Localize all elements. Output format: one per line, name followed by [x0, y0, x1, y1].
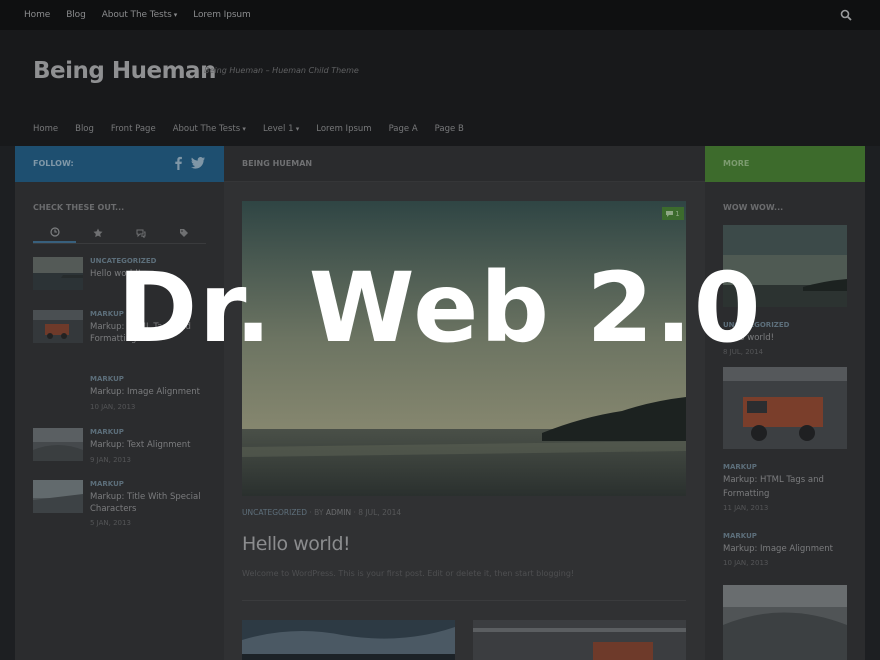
- post-thumbnail[interactable]: [723, 367, 847, 449]
- post-title-main[interactable]: Hello world!: [242, 533, 351, 555]
- site-title[interactable]: Being Hueman: [33, 58, 216, 84]
- more-bar: MORE: [705, 146, 865, 182]
- tags-icon: [180, 228, 189, 237]
- post-category[interactable]: MARKUP: [90, 375, 124, 383]
- sidebar-tabs: [33, 222, 206, 244]
- tab-recent[interactable]: [33, 222, 77, 243]
- nav-blog[interactable]: Blog: [75, 124, 94, 134]
- post-category[interactable]: MARKUP: [723, 532, 847, 540]
- breadcrumb-bar: BEING HUEMAN: [224, 146, 705, 182]
- post-category[interactable]: MARKUP: [723, 463, 847, 471]
- top-nav: Home Blog About The Tests Lorem Ipsum: [24, 0, 251, 30]
- post-date: 11 JAN, 2013: [723, 504, 769, 512]
- post-meta-author[interactable]: ADMIN: [326, 508, 351, 517]
- facebook-icon[interactable]: [173, 156, 183, 170]
- post-meta-date: 8 JUL, 2014: [358, 508, 402, 517]
- post-date: 10 JAN, 2013: [90, 403, 136, 411]
- post-meta-by: BY: [314, 508, 324, 517]
- top-bar: Home Blog About The Tests Lorem Ipsum: [0, 0, 880, 30]
- sidebar-post[interactable]: MARKUP Markup: Image Alignment 10 JAN, 2…: [33, 375, 206, 415]
- nav-page-b[interactable]: Page B: [435, 124, 464, 134]
- post-meta: UNCATEGORIZED · BY ADMIN · 8 JUL, 2014: [242, 508, 402, 517]
- post-title[interactable]: Markup: HTML Tags and Formatting: [723, 473, 847, 501]
- sidebar-post[interactable]: MARKUP Markup: Text Alignment 9 JAN, 201…: [33, 428, 206, 468]
- nav-home[interactable]: Home: [33, 124, 58, 134]
- top-nav-home[interactable]: Home: [24, 10, 50, 20]
- post-excerpt: Welcome to WordPress. This is your first…: [242, 569, 575, 578]
- more-label: MORE: [723, 159, 750, 168]
- post-date: 10 JAN, 2013: [723, 559, 769, 567]
- search-icon[interactable]: [840, 9, 852, 21]
- grid-post-image[interactable]: [473, 620, 686, 660]
- comments-icon: [136, 229, 146, 238]
- post-title[interactable]: Markup: Image Alignment: [723, 542, 847, 556]
- post-category[interactable]: MARKUP: [90, 428, 124, 436]
- nav-level-1[interactable]: Level 1: [263, 124, 299, 134]
- right-post[interactable]: MARKUP Markup: Image Alignment 10 JAN, 2…: [723, 532, 847, 567]
- post-date: 9 JAN, 2013: [90, 456, 131, 464]
- overlay-title: Dr. Web 2.0: [117, 252, 763, 364]
- nav-front-page[interactable]: Front Page: [111, 124, 156, 134]
- clock-icon: [50, 226, 60, 237]
- top-nav-lorem[interactable]: Lorem Ipsum: [193, 10, 251, 20]
- site-description: Being Hueman – Hueman Child Theme: [204, 66, 359, 75]
- tab-tags[interactable]: [163, 222, 206, 243]
- comment-count-badge[interactable]: 1: [662, 207, 684, 220]
- star-icon: [93, 228, 103, 237]
- sidebar-heading: CHECK THESE OUT...: [33, 203, 125, 212]
- follow-label: FOLLOW:: [33, 159, 74, 168]
- right-post[interactable]: MARKUP Markup: HTML Tags and Formatting …: [723, 367, 847, 512]
- main-nav: Home Blog Front Page About The Tests Lev…: [33, 124, 464, 134]
- top-nav-about[interactable]: About The Tests: [102, 10, 178, 20]
- nav-lorem[interactable]: Lorem Ipsum: [316, 124, 371, 134]
- post-meta-category[interactable]: UNCATEGORIZED: [242, 508, 307, 517]
- post-title[interactable]: Markup: Image Alignment: [90, 386, 208, 398]
- comment-count: 1: [675, 209, 680, 218]
- top-nav-blog[interactable]: Blog: [66, 10, 86, 20]
- nav-page-a[interactable]: Page A: [389, 124, 418, 134]
- sidebar-post[interactable]: MARKUP Markup: Title With Special Charac…: [33, 480, 206, 530]
- divider: [242, 600, 686, 601]
- twitter-icon[interactable]: [191, 157, 205, 169]
- post-thumbnail[interactable]: [33, 480, 83, 513]
- site-header: Being Hueman Being Hueman – Hueman Child…: [0, 30, 880, 146]
- right-sidebar-heading: WOW WOW...: [723, 203, 784, 212]
- grid-post-image[interactable]: [242, 620, 455, 660]
- comment-icon: [666, 210, 674, 217]
- post-thumbnail[interactable]: [723, 585, 847, 660]
- post-title[interactable]: Markup: Title With Special Characters: [90, 491, 208, 515]
- follow-bar: FOLLOW:: [15, 146, 224, 182]
- tab-comments[interactable]: [120, 222, 163, 243]
- post-thumbnail[interactable]: [33, 428, 83, 461]
- breadcrumb: BEING HUEMAN: [242, 159, 313, 168]
- nav-about[interactable]: About The Tests: [173, 124, 246, 134]
- post-date: 5 JAN, 2013: [90, 519, 131, 527]
- post-category[interactable]: MARKUP: [90, 480, 124, 488]
- post-title[interactable]: Markup: Text Alignment: [90, 439, 208, 451]
- tab-popular[interactable]: [76, 222, 119, 243]
